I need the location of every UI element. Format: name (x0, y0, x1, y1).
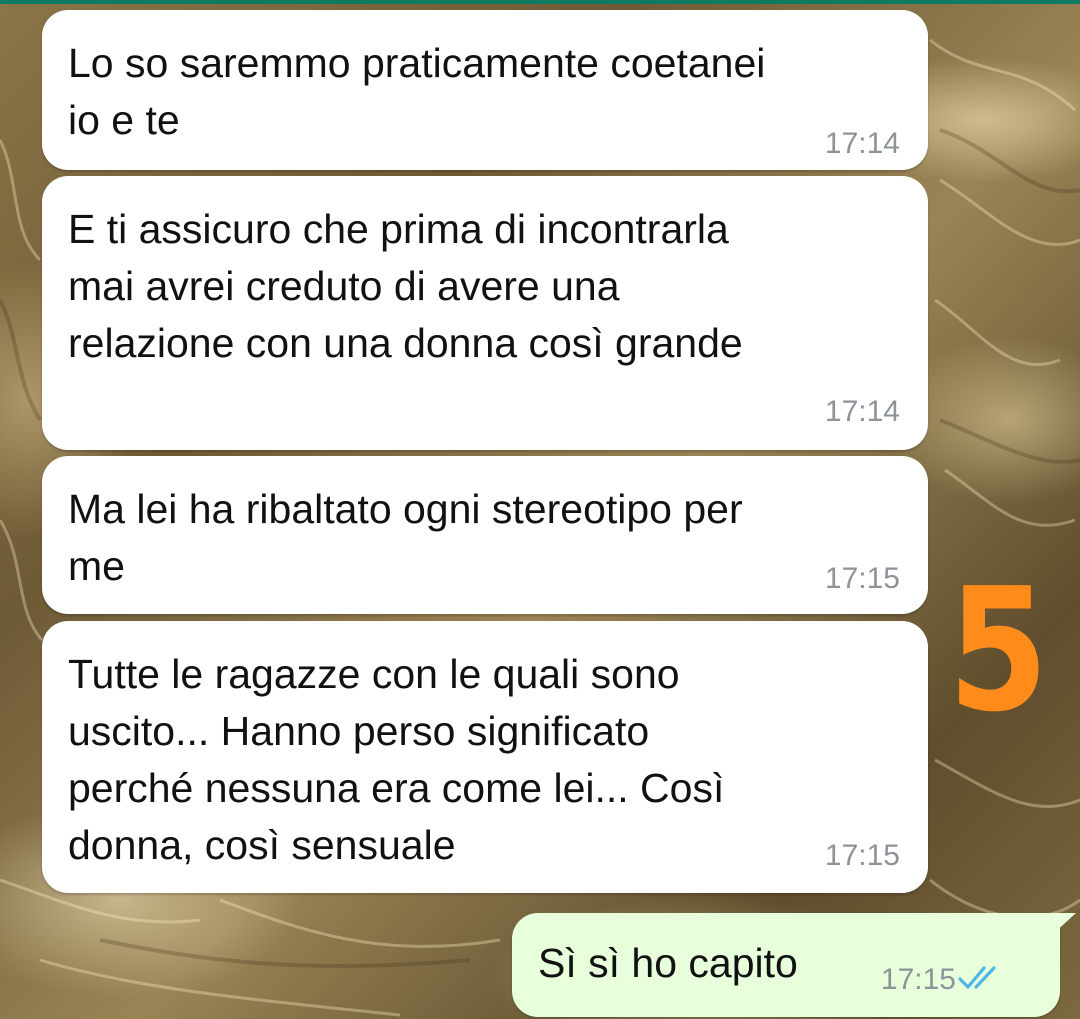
message-text: Sì sì ho capito (538, 940, 798, 986)
handwritten-number-annotation: 5 (948, 552, 1049, 750)
message-text: Ma lei ha ribaltato ogni stereotipo per … (68, 486, 743, 589)
message-text: Lo so saremmo praticamente coetanei io e… (68, 40, 766, 143)
message-timestamp: 17:15 (824, 562, 900, 595)
message-timestamp: 17:14 (824, 395, 900, 428)
app-bar-edge (0, 0, 1080, 4)
message-text: E ti assicuro che prima di incontrarla m… (68, 206, 743, 366)
message-timestamp: 17:14 (824, 127, 900, 160)
message-bubble-incoming[interactable]: Lo so saremmo praticamente coetanei io e… (42, 10, 928, 170)
message-timestamp: 17:15 (824, 839, 900, 872)
message-bubble-incoming[interactable]: Ma lei ha ribaltato ogni stereotipo per … (42, 456, 928, 614)
message-timestamp: 17:15 (880, 963, 956, 996)
message-bubble-incoming[interactable]: E ti assicuro che prima di incontrarla m… (42, 176, 928, 450)
bubble-tail (1052, 913, 1076, 935)
message-bubble-outgoing[interactable]: Sì sì ho capito 17:15 (512, 913, 1076, 1017)
double-check-icon (958, 966, 996, 989)
message-bubble-incoming[interactable]: Tutte le ragazze con le quali sono uscit… (42, 621, 928, 893)
message-text: Tutte le ragazze con le quali sono uscit… (68, 651, 725, 868)
